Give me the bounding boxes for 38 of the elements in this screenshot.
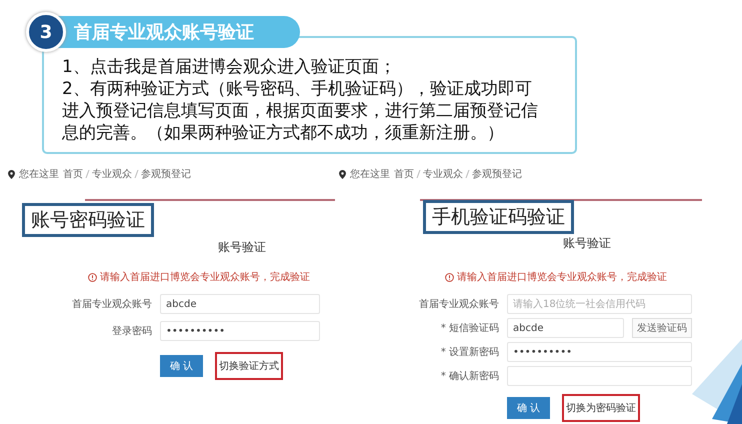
breadcrumb-link[interactable]: 参观预登记 xyxy=(141,167,191,181)
breadcrumb-label: 您在这里 xyxy=(350,168,390,181)
form-title: 账号验证 xyxy=(218,239,267,256)
breadcrumb-link[interactable]: 专业观众 xyxy=(423,167,463,181)
section-title: 首届专业观众账号验证 xyxy=(74,21,254,44)
input-field[interactable]: •••••••••• xyxy=(160,321,320,341)
notice-text: 请输入首届进口博览会专业观众账号，完成验证 xyxy=(100,270,310,284)
confirm-button[interactable]: 确 认 xyxy=(507,397,550,419)
callout-label: 手机验证码验证 xyxy=(423,200,574,234)
switch-link[interactable]: 切换为密码验证 xyxy=(562,394,640,422)
input-field[interactable]: •••••••••• xyxy=(507,342,692,362)
breadcrumb-label: 您在这里 xyxy=(19,168,59,181)
form-title: 账号验证 xyxy=(563,235,612,252)
location-pin-icon xyxy=(8,170,15,178)
field-label: * 确认新密码 xyxy=(440,370,500,383)
field-label: 登录密码 xyxy=(111,324,153,338)
field-label: * 短信验证码 xyxy=(440,322,500,335)
field-label: 首届专业观众账号 xyxy=(71,298,153,311)
warning-icon xyxy=(88,272,97,282)
breadcrumb-link[interactable]: 首页 xyxy=(63,167,83,181)
breadcrumb-link[interactable]: 专业观众 xyxy=(92,167,132,181)
callout-label: 账号密码验证 xyxy=(22,203,154,237)
warning-icon xyxy=(445,272,454,282)
input-field[interactable]: abcde xyxy=(507,318,624,338)
breadcrumb-link[interactable]: 参观预登记 xyxy=(472,167,522,181)
input-field[interactable] xyxy=(507,366,692,386)
breadcrumb-link[interactable]: 首页 xyxy=(394,167,414,181)
notice-text: 请输入首届进口博览会专业观众账号，完成验证 xyxy=(457,270,667,284)
instruction-text: 1、点击我是首届进博会观众进入验证页面； xyxy=(62,56,397,78)
input-field[interactable]: abcde xyxy=(160,294,320,314)
field-label: * 设置新密码 xyxy=(440,346,500,359)
location-pin-icon xyxy=(339,170,346,178)
confirm-button[interactable]: 确 认 xyxy=(160,355,204,377)
instruction-text: 2、有两种验证方式（账号密码、手机验证码），验证成功即可进入预登记信息填写页面，根据页面要求，进行第二届预登记信息的完善。（如果两种验证方式都不成功，须重新注册。） xyxy=(62,78,539,144)
step-number: 3 xyxy=(26,12,66,52)
field-label: 首届专业观众账号 xyxy=(418,298,500,311)
switch-link[interactable]: 切换验证方式 xyxy=(215,352,284,380)
send-code-button[interactable]: 发送验证码 xyxy=(632,318,692,338)
